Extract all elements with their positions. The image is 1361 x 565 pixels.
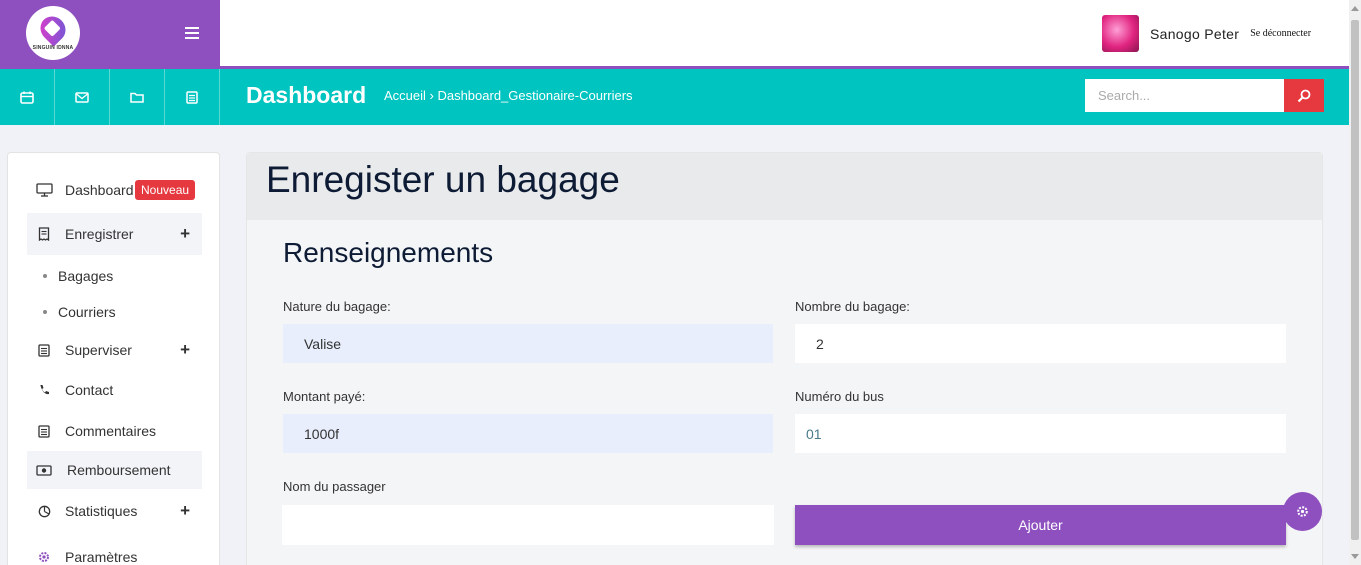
nombre-field[interactable] [795,324,1286,363]
nature-field[interactable] [283,324,773,363]
bus-label: Numéro du bus [795,389,884,404]
scroll-down-icon[interactable] [1351,554,1359,559]
breadcrumb[interactable]: Accueil › Dashboard_Gestionaire-Courrier… [384,88,633,103]
nature-label: Nature du bagage: [283,299,391,314]
logo[interactable]: SINGUIN IDNNA [26,6,80,60]
expand-icon[interactable]: + [180,224,190,244]
top-header: SINGUIN IDNNA Sanogo Peter Se déconnecte… [0,0,1349,69]
expand-icon[interactable]: + [180,340,190,360]
sidebar-item-label: Enregistrer [65,226,134,242]
form-card: Enregister un bagage Renseignements Natu… [246,152,1323,565]
scroll-thumb[interactable] [1351,20,1359,540]
sidebar-item-label: Courriers [58,304,116,320]
monitor-icon [35,183,53,197]
search-button[interactable] [1284,79,1324,112]
nombre-label: Nombre du bagage: [795,299,910,314]
sidebar-subitem-bagages[interactable]: Bagages [43,268,113,284]
form-title: Enregister un bagage [266,159,620,200]
sidebar-item-remboursement[interactable]: Remboursement [27,451,202,489]
montant-label: Montant payé: [283,389,366,404]
sidebar-item-label: Contact [65,382,114,398]
new-badge: Nouveau [135,180,196,200]
sidebar-item-label: Dashboard [65,182,134,198]
sidebar-item-superviser[interactable]: Superviser + [27,329,202,371]
bullet-icon [43,310,47,314]
sidebar-item-contact[interactable]: Contact [27,369,202,411]
gear-icon [35,551,53,563]
bus-field[interactable] [795,414,1286,453]
sidebar-item-parametres[interactable]: Paramètres [27,536,202,565]
sidebar-item-commentaires[interactable]: Commentaires [27,410,202,452]
settings-fab[interactable] [1283,492,1322,531]
page-title: Dashboard [246,82,367,108]
money-icon [35,464,53,476]
document-button[interactable] [165,69,220,125]
search-icon [1297,89,1311,102]
menu-toggle-icon[interactable] [185,27,199,39]
sidebar-item-label: Commentaires [65,423,157,439]
sidebar-item-label: Paramètres [65,549,138,565]
user-name: Sanogo Peter [1150,25,1240,42]
montant-field[interactable] [283,414,773,453]
receipt-icon [35,227,53,241]
phone-icon [35,384,53,396]
ajouter-button[interactable]: Ajouter [795,505,1286,545]
logo-block: SINGUIN IDNNA [0,0,220,69]
page-scrollbar[interactable] [1349,0,1361,565]
mail-icon [75,91,89,103]
sidebar-item-label: Remboursement [67,462,171,478]
pie-chart-icon [35,505,53,518]
sidebar-item-label: Statistiques [65,503,138,519]
document-icon [35,424,53,438]
logout-link[interactable]: Se déconnecter [1250,28,1311,39]
folder-icon [130,92,144,103]
mail-button[interactable] [55,69,110,125]
document-icon [35,343,53,357]
avatar[interactable] [1102,15,1139,52]
toolbar: Dashboard Accueil › Dashboard_Gestionair… [0,69,1349,125]
logo-text: SINGUIN IDNNA [32,45,74,51]
user-menu: Sanogo Peter Se déconnecter [1102,15,1311,52]
expand-icon[interactable]: + [180,501,190,521]
calendar-icon [20,91,34,104]
sidebar-item-enregistrer[interactable]: Enregistrer + [27,213,202,255]
search-input[interactable] [1085,79,1284,112]
section-title: Renseignements [283,237,494,268]
location-pin-icon [35,11,71,47]
sidebar: Dashboard Nouveau Enregistrer + Bagages … [7,152,220,565]
gear-icon [1297,506,1308,517]
bullet-icon [43,274,47,278]
sidebar-subitem-courriers[interactable]: Courriers [43,304,116,320]
sidebar-item-label: Superviser [65,342,132,358]
sidebar-item-statistiques[interactable]: Statistiques + [27,490,202,532]
passager-label: Nom du passager [283,479,386,494]
folder-button[interactable] [110,69,165,125]
document-icon [186,90,198,104]
scroll-up-icon[interactable] [1351,6,1359,11]
passager-field[interactable] [282,505,774,545]
sidebar-item-label: Bagages [58,268,114,284]
calendar-button[interactable] [0,69,55,125]
